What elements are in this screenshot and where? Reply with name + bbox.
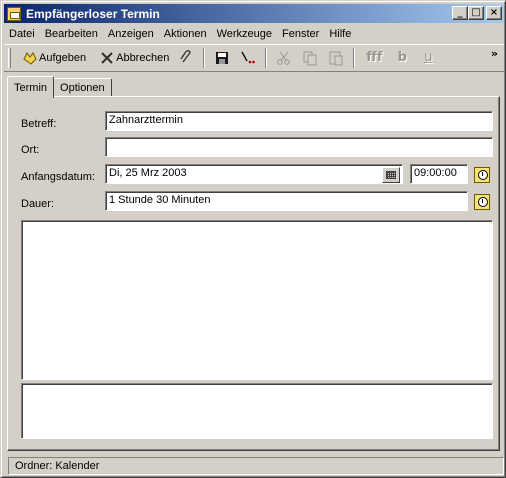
menu-datei[interactable]: Datei xyxy=(4,28,40,40)
menu-anzeigen[interactable]: Anzeigen xyxy=(103,28,159,40)
calendar-icon xyxy=(386,171,396,179)
ort-label: Ort: xyxy=(21,144,40,156)
toolbar-overflow-icon[interactable]: » xyxy=(491,47,498,60)
flag-button[interactable] xyxy=(235,47,261,69)
toolbar-grip[interactable] xyxy=(8,48,11,68)
menu-fenster[interactable]: Fenster xyxy=(277,28,324,40)
menu-bearbeiten[interactable]: Bearbeiten xyxy=(40,28,103,40)
menu-hilfe[interactable]: Hilfe xyxy=(324,28,356,40)
toolbar: Aufgeben Abbrechen fff b u » xyxy=(4,44,504,72)
abbrechen-label: Abbrechen xyxy=(116,52,170,64)
cut-button[interactable] xyxy=(271,47,297,69)
aufgeben-button[interactable]: Aufgeben xyxy=(17,47,90,69)
dauer-label: Dauer: xyxy=(21,198,55,210)
abbrechen-button[interactable]: Abbrechen xyxy=(94,47,173,69)
anfangsdatum-label: Anfangsdatum: xyxy=(21,171,95,183)
attachments-area[interactable] xyxy=(21,383,493,439)
appointment-icon xyxy=(7,6,21,21)
start-date-value: Di, 25 Mrz 2003 xyxy=(109,167,187,179)
dauer-field[interactable]: 1 Stunde 30 Minuten xyxy=(105,191,468,211)
calendar-dropdown-button[interactable] xyxy=(382,167,400,183)
save-button[interactable] xyxy=(209,47,235,69)
tab-strip: Termin Optionen xyxy=(7,75,112,98)
clock-icon[interactable] xyxy=(474,167,490,183)
status-folder: Ordner: Kalender xyxy=(8,457,504,475)
cut-icon xyxy=(275,49,293,67)
start-time-field[interactable]: 09:00:00 xyxy=(410,164,468,184)
clock-icon[interactable] xyxy=(474,194,490,210)
status-bar: Ordner: Kalender xyxy=(4,456,504,476)
menu-aktionen[interactable]: Aktionen xyxy=(159,28,212,40)
aufgeben-label: Aufgeben xyxy=(39,52,87,64)
hand-icon xyxy=(21,49,39,67)
start-date-field[interactable]: Di, 25 Mrz 2003 xyxy=(105,164,403,184)
window-title: Empfängerloser Termin xyxy=(26,6,160,21)
minimize-button[interactable]: _ xyxy=(452,6,468,20)
betreff-field[interactable]: Zahnarzttermin xyxy=(105,111,493,131)
underline-icon: u xyxy=(424,50,433,65)
paste-button[interactable] xyxy=(323,47,349,69)
betreff-label: Betreff: xyxy=(21,118,57,130)
appointment-window: Empfängerloser Termin _ □ × Datei Bearbe… xyxy=(0,0,506,478)
bold-button[interactable]: b xyxy=(389,47,415,69)
attach-button[interactable] xyxy=(173,47,199,69)
tab-termin[interactable]: Termin xyxy=(7,76,55,98)
termin-panel: Betreff: Zahnarzttermin Ort: Anfangsdatu… xyxy=(7,96,500,451)
close-button[interactable]: × xyxy=(486,6,502,20)
toolbar-separator xyxy=(265,48,268,68)
paperclip-icon xyxy=(177,49,195,67)
bold-icon: b xyxy=(397,50,407,65)
copy-button[interactable] xyxy=(297,47,323,69)
flag-icon xyxy=(239,49,257,67)
ort-field[interactable] xyxy=(105,137,493,157)
title-bar[interactable]: Empfängerloser Termin _ □ × xyxy=(4,4,504,23)
font-icon: fff xyxy=(366,50,383,65)
cancel-x-icon xyxy=(98,49,116,67)
toolbar-separator xyxy=(353,48,356,68)
copy-icon xyxy=(301,49,319,67)
maximize-button[interactable]: □ xyxy=(468,6,484,20)
font-button[interactable]: fff xyxy=(359,47,389,69)
save-icon xyxy=(213,49,231,67)
notes-area[interactable] xyxy=(21,220,493,380)
menu-bar: Datei Bearbeiten Anzeigen Aktionen Werkz… xyxy=(4,24,504,43)
toolbar-separator xyxy=(203,48,206,68)
tab-optionen[interactable]: Optionen xyxy=(53,78,112,97)
menu-werkzeuge[interactable]: Werkzeuge xyxy=(212,28,277,40)
underline-button[interactable]: u xyxy=(415,47,441,69)
paste-icon xyxy=(327,49,345,67)
